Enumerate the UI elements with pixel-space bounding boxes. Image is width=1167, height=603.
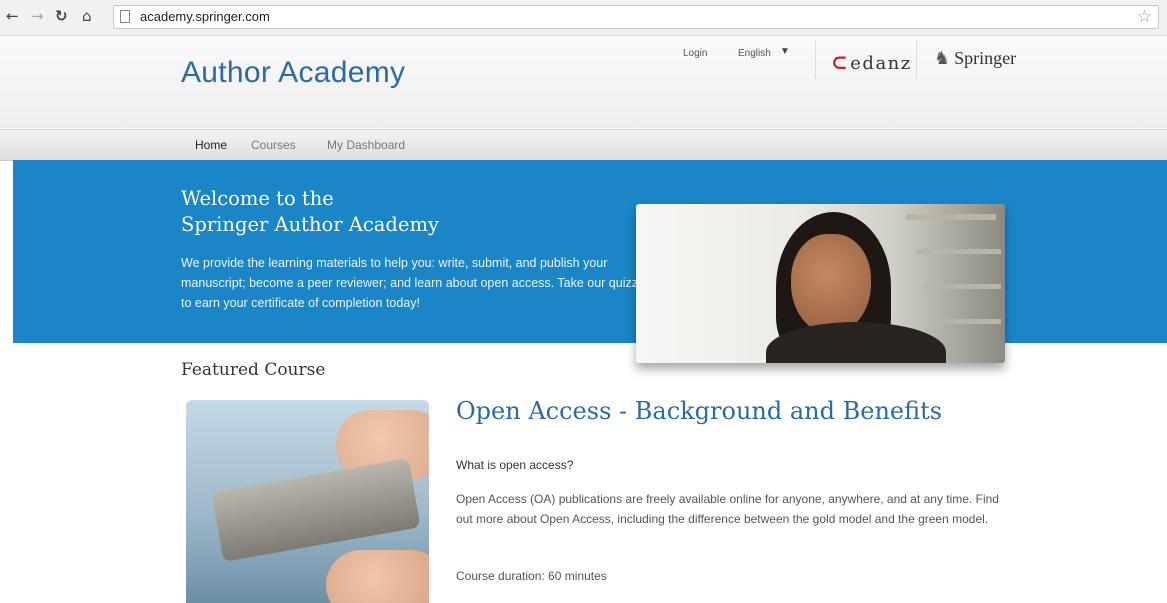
browser-toolbar: ← → ↻ ⌂ academy.springer.com ☆ — [0, 0, 1167, 36]
course-question: What is open access? — [456, 458, 574, 472]
home-icon[interactable]: ⌂ — [82, 6, 92, 26]
site-brand[interactable]: Author Academy — [181, 56, 405, 90]
chevron-down-icon[interactable]: ▼ — [780, 46, 790, 57]
site-header: Author Academy Login English ▼ ⊂edanz ♞ S… — [0, 36, 1167, 128]
main-nav: Home Courses My Dashboard — [0, 129, 1167, 161]
url-text[interactable]: academy.springer.com — [140, 9, 270, 24]
key-icon — [211, 458, 421, 562]
address-bar[interactable]: academy.springer.com ☆ — [113, 5, 1159, 29]
header-divider — [916, 41, 917, 79]
course-description: Open Access (OA) publications are freely… — [456, 492, 999, 526]
course-image[interactable] — [186, 400, 429, 603]
page-icon — [120, 10, 130, 23]
reload-icon[interactable]: ↻ — [55, 6, 68, 26]
back-icon[interactable]: ← — [6, 6, 19, 26]
nav-home[interactable]: Home — [195, 138, 227, 152]
hero-title: Welcome to the Springer Author Academy — [181, 187, 439, 236]
course-title[interactable]: Open Access - Background and Benefits — [456, 397, 942, 425]
nav-courses[interactable]: Courses — [251, 138, 296, 152]
course-duration: Course duration: 60 minutes — [456, 569, 607, 583]
hero-description: We provide the learning materials to hel… — [181, 256, 652, 310]
language-select[interactable]: English — [738, 48, 771, 59]
forward-icon[interactable]: → — [31, 6, 44, 26]
edanz-logo[interactable]: ⊂edanz — [831, 50, 912, 74]
bookmark-star-icon[interactable]: ☆ — [1137, 7, 1152, 27]
featured-course-heading: Featured Course — [181, 360, 326, 380]
header-divider — [815, 41, 816, 79]
springer-horse-icon: ♞ — [934, 48, 951, 68]
hero-photo — [636, 204, 1005, 363]
nav-my-dashboard[interactable]: My Dashboard — [327, 138, 405, 152]
springer-logo[interactable]: ♞ Springer — [934, 48, 1016, 69]
login-link[interactable]: Login — [683, 48, 707, 59]
